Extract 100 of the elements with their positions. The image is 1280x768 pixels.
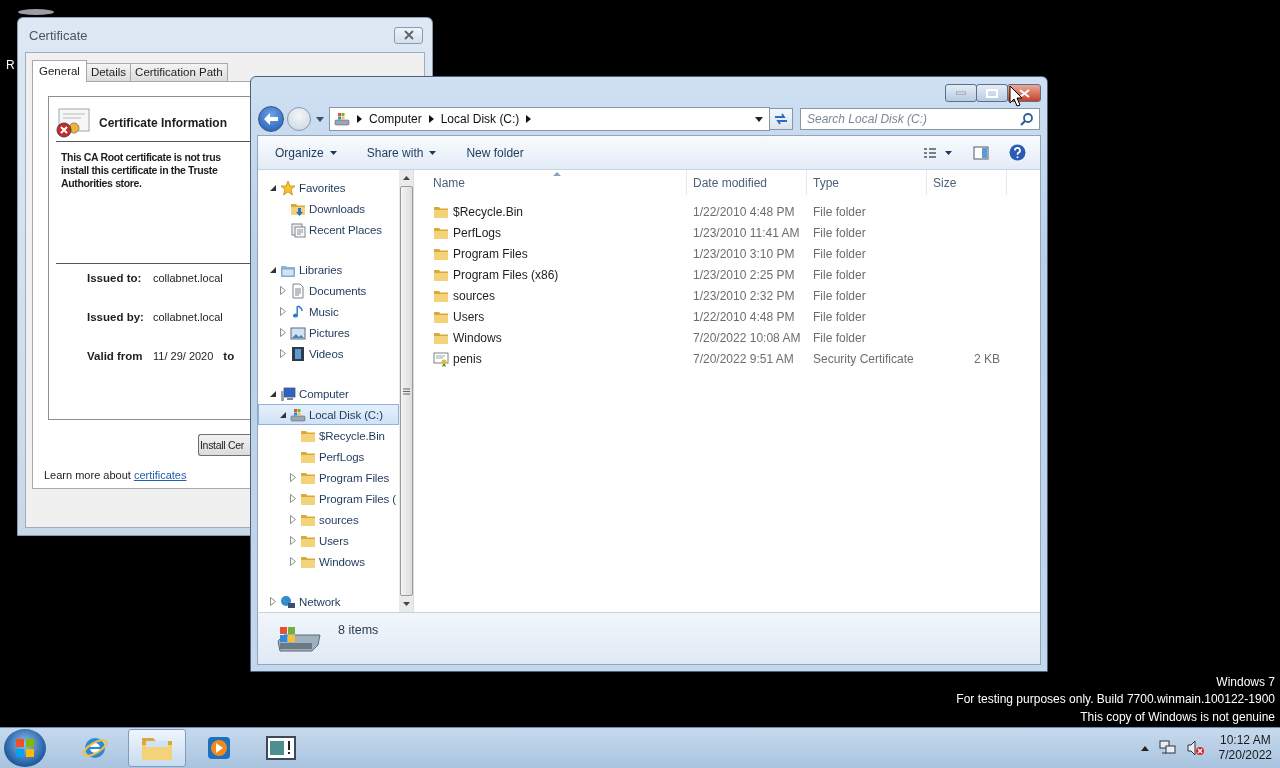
navigation-tree-item[interactable]: Music [258,301,399,322]
column-header[interactable]: Date modified [687,170,807,195]
volume-muted-icon[interactable] [1186,740,1205,756]
field-value: collabnet.local [153,311,223,323]
navigation-tree-item[interactable]: PerfLogs [258,446,399,467]
address-bar[interactable]: Computer Local Disk (C:) [329,107,770,132]
tab[interactable]: Details [85,63,132,81]
file-row[interactable]: sources 1/23/2010 2:32 PM File folder [414,285,1040,306]
expand-arrow-icon[interactable] [290,473,296,482]
file-row[interactable]: Program Files 1/23/2010 3:10 PM File folder [414,243,1040,264]
page-stack-icon [290,221,306,238]
file-row[interactable]: Users 1/22/2010 4:48 PM File folder [414,306,1040,327]
navigation-tree-item[interactable]: $Recycle.Bin [258,425,399,446]
file-row[interactable]: PerfLogs 1/23/2010 11:41 AM File folder [414,222,1040,243]
expand-arrow-icon[interactable] [290,515,296,524]
file-row[interactable]: Windows 7/20/2022 10:08 AM File folder [414,327,1040,348]
collapse-arrow-icon[interactable] [269,390,277,397]
navigation-tree-item[interactable]: Libraries [258,259,399,280]
tab[interactable]: General [32,60,87,82]
search-field[interactable]: Search Local Disk (C:) [800,108,1040,131]
file-row[interactable]: penis 7/20/2022 9:51 AM Security Certificate 2 KB [414,348,1040,369]
film-icon [290,345,306,362]
navigation-tree-item[interactable]: Documents [258,280,399,301]
navigation-tree-item[interactable]: Program Files ( [258,488,399,509]
cursor-icon [1009,85,1023,107]
window-title: Certificate [29,27,88,43]
collapse-arrow-icon[interactable] [279,411,287,418]
install-certificate-button[interactable]: Install Cer [198,434,251,456]
navigation-tree-item[interactable]: Videos [258,343,399,364]
minimize-icon [956,91,966,95]
file-row[interactable]: Program Files (x86) 1/23/2010 2:25 PM File folder [414,264,1040,285]
breadcrumb-item[interactable]: Local Disk (C:) [440,112,520,127]
toolbar-command[interactable]: Organize [268,142,344,163]
file-type: File folder [812,288,867,303]
close-icon [402,30,415,40]
breadcrumb-item[interactable]: Computer [369,112,422,127]
date-modified: 1/22/2010 4:48 PM [692,309,796,324]
date-modified: 1/23/2010 11:41 AM [692,225,801,240]
collapse-arrow-icon[interactable] [269,184,277,191]
clock[interactable]: 10:12 AM 7/20/2022 [1218,733,1272,763]
expand-arrow-icon[interactable] [280,349,286,358]
certificates-link[interactable]: certificates [133,469,187,481]
file-type: File folder [812,330,867,345]
caret-icon[interactable] [755,116,763,122]
chevron-icon[interactable] [526,115,532,124]
caret-icon[interactable] [316,116,324,122]
navigation-tree-item[interactable]: Users [258,530,399,551]
caret-icon [429,150,437,155]
show-hidden-icons-icon[interactable] [1140,745,1149,751]
desktop-icon[interactable] [18,9,54,15]
date-modified: 7/20/2022 9:51 AM [692,351,795,366]
expand-arrow-icon[interactable] [290,494,296,503]
minimize-button[interactable] [945,84,977,102]
column-header[interactable]: Type [807,170,927,195]
expand-arrow-icon[interactable] [290,536,296,545]
file-row[interactable]: $Recycle.Bin 1/22/2010 4:48 PM File folder [414,201,1040,222]
scroll-down-icon[interactable] [402,602,410,606]
message-line: Authorities store. [61,177,142,190]
navigation-tree-item[interactable]: sources [258,509,399,530]
collapse-arrow-icon[interactable] [269,266,277,273]
navigation-tree-item[interactable]: Network [258,591,399,612]
computer-icon [280,385,296,402]
navigation-tree-item[interactable]: Program Files [258,467,399,488]
refresh-button[interactable] [769,108,793,131]
scroll-up-icon[interactable] [402,176,410,180]
navigation-tree-item[interactable]: Windows [258,551,399,572]
start-button[interactable] [4,729,46,767]
navigation-tree-item[interactable]: Pictures [258,322,399,343]
navigation-tree-item[interactable]: Downloads [258,198,399,219]
navigation-tree-item[interactable]: Local Disk (C:) [258,404,399,425]
refresh-icon [773,112,789,127]
document-icon [290,282,306,299]
date-modified: 1/22/2010 4:48 PM [692,204,796,219]
maximize-button[interactable] [976,84,1008,102]
expand-arrow-icon[interactable] [270,597,276,606]
toolbar-command[interactable]: New folder [459,142,531,163]
windows-logo-icon [14,737,36,759]
expand-arrow-icon[interactable] [290,557,296,566]
file-size: 2 KB [973,351,1001,366]
date-modified: 1/23/2010 3:10 PM [692,246,796,261]
file-name: Windows [453,330,502,345]
music-note-icon [290,303,306,320]
item-count: 8 items [338,623,379,637]
expand-arrow-icon[interactable] [280,286,286,295]
toolbar-command[interactable]: Share with [359,142,444,163]
back-button[interactable] [258,106,284,133]
chevron-icon[interactable] [428,115,434,124]
network-icon[interactable] [1158,740,1177,756]
close-icon [1018,88,1030,98]
play-icon [205,734,233,762]
chevron-icon[interactable] [357,115,362,124]
column-header[interactable]: Size [927,170,1007,195]
tab[interactable]: Certification Path [130,63,228,81]
navigation-tree-item[interactable]: Favorites [258,177,399,198]
expand-arrow-icon[interactable] [280,307,286,316]
star-icon [280,179,296,196]
expand-arrow-icon[interactable] [280,328,286,337]
date-modified: 1/23/2010 2:25 PM [692,267,796,282]
navigation-tree-item[interactable]: Computer [258,383,399,404]
navigation-tree-item[interactable]: Recent Places [258,219,399,240]
